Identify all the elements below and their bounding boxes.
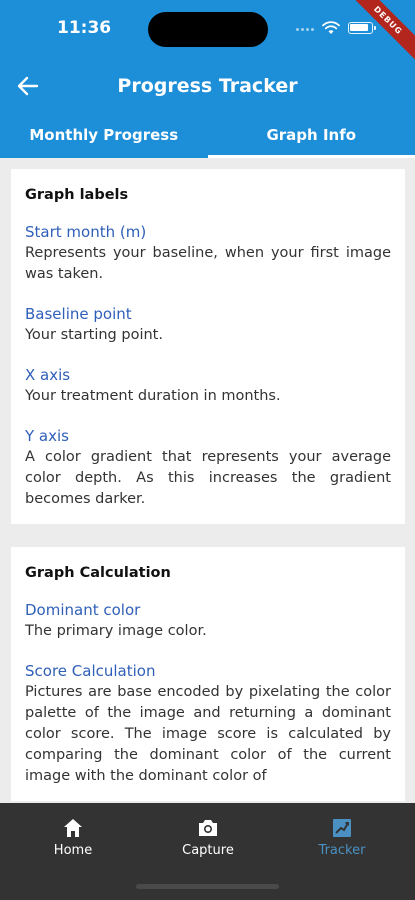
home-icon — [64, 819, 82, 837]
info-item: X axis Your treatment duration in months… — [25, 365, 391, 407]
graph-labels-card: Graph labels Start month (m) Represents … — [11, 169, 405, 524]
wifi-icon — [322, 21, 340, 34]
info-item-desc: Your starting point. — [25, 327, 163, 343]
nav-item-capture[interactable]: Capture — [163, 817, 253, 858]
graph-info-content[interactable]: Graph labels Start month (m) Represents … — [0, 158, 415, 803]
info-item-title: Dominant color — [25, 601, 141, 619]
tab-bar: Monthly Progress Graph Info — [0, 118, 415, 158]
status-bar: 11:36 DEBUG — [0, 0, 415, 66]
info-item: Baseline point Your starting point. — [25, 304, 391, 346]
info-item-desc: Pictures are base encoded by pixelating … — [25, 684, 391, 784]
dynamic-island — [148, 12, 268, 47]
info-item: Dominant color The primary image color. — [25, 600, 391, 642]
tab-monthly-progress[interactable]: Monthly Progress — [0, 118, 208, 158]
signal-icon — [296, 28, 316, 32]
info-item-desc: The primary image color. — [25, 623, 207, 639]
nav-item-label: Capture — [182, 843, 234, 858]
nav-item-home[interactable]: Home — [28, 817, 118, 858]
info-item-title: Baseline point — [25, 305, 132, 323]
card-title: Graph labels — [25, 187, 129, 203]
tab-graph-info[interactable]: Graph Info — [207, 118, 415, 158]
status-time: 11:36 — [57, 18, 112, 38]
nav-item-label: Home — [53, 843, 93, 858]
graph-calculation-card: Graph Calculation Dominant color The pri… — [11, 547, 405, 801]
card-title: Graph Calculation — [25, 565, 171, 581]
page-title: Progress Tracker — [117, 75, 298, 97]
info-item: Score Calculation Pictures are base enco… — [25, 661, 391, 787]
battery-icon — [348, 22, 376, 34]
nav-item-label: Tracker — [318, 843, 366, 858]
info-item-title: Y axis — [25, 427, 69, 445]
info-item: Y axis A color gradient that represents … — [25, 426, 391, 510]
info-item-desc: A color gradient that represents your av… — [25, 449, 391, 507]
app-header: 11:36 DEBUG Progress Tracker Monthly Pro… — [0, 0, 415, 158]
camera-icon — [199, 820, 217, 836]
info-item-desc: Your treatment duration in months. — [25, 388, 281, 404]
info-item: Start month (m) Represents your baseline… — [25, 222, 391, 285]
info-item-title: Score Calculation — [25, 662, 156, 680]
home-indicator[interactable] — [136, 884, 279, 889]
nav-item-tracker[interactable]: Tracker — [297, 817, 387, 858]
tracker-icon — [333, 819, 351, 837]
info-item-title: X axis — [25, 366, 71, 384]
info-item-title: Start month (m) — [25, 223, 147, 241]
info-item-desc: Represents your baseline, when your firs… — [25, 245, 391, 282]
